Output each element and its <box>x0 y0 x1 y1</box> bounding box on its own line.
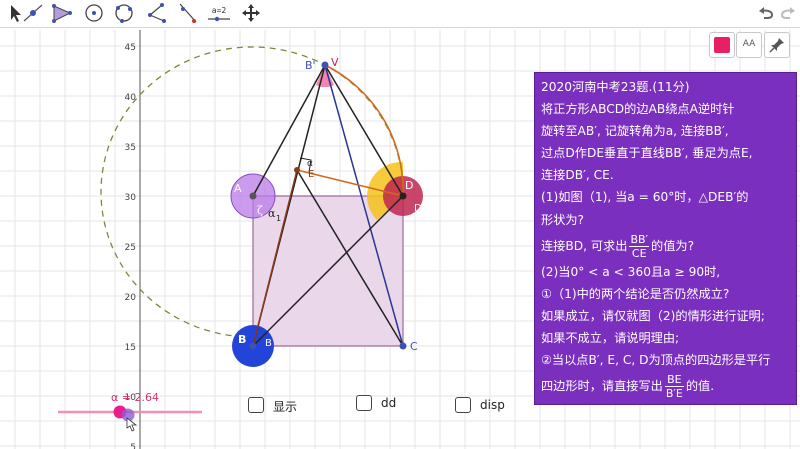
redo-button[interactable] <box>777 3 799 23</box>
undo-button[interactable] <box>755 3 777 23</box>
fraction-be-b-prime-e: BE B′E <box>664 373 684 401</box>
label-alpha1: α <box>268 207 276 220</box>
circle-tool-icon <box>85 4 103 22</box>
circle-tool-button[interactable] <box>80 1 108 25</box>
label-b-angle: B <box>265 338 272 349</box>
checkbox-dd-label: dd <box>381 396 397 410</box>
fraction-1-suffix: 的值为? <box>651 238 695 253</box>
redo-icon <box>781 7 795 19</box>
checkbox-show-box[interactable] <box>248 397 264 413</box>
fraction-2-numerator: BE <box>664 373 684 388</box>
y-tick-label: 20 <box>125 293 137 303</box>
fraction-bb-ce: BB′ CE <box>629 232 650 260</box>
label-style-button[interactable]: AA <box>736 32 762 58</box>
problem-line: 旋转至AB′, 记旋转角为a, 连接BB′, <box>541 124 729 139</box>
problem-title: 2020河南中考23题.(11分) <box>541 80 690 94</box>
label-c: C <box>410 340 418 353</box>
fraction-1-numerator: BB′ <box>629 232 650 247</box>
geogebra-toolbar: a=2 <box>0 0 800 28</box>
label-d-angle: D <box>414 203 422 214</box>
point-a[interactable] <box>249 192 257 200</box>
circle-three-points-tool-button[interactable] <box>110 1 138 25</box>
label-e: E <box>308 169 314 180</box>
y-tick-label: 35 <box>125 143 136 153</box>
problem-line: ②当以点B′, E, C, D为顶点的四边形是平行 <box>541 353 771 368</box>
point-e[interactable] <box>294 167 300 173</box>
point-c[interactable] <box>399 342 407 350</box>
problem-line-fraction-2: 四边形时，请直接写出 BE B′E 的值. <box>541 371 790 401</box>
problem-line: 过点D作DE垂直于直线BB′, 垂足为点E, <box>541 146 753 161</box>
problem-line: (2)当0° < a < 360且a ≥ 90时, <box>541 264 721 279</box>
color-style-button[interactable] <box>709 32 735 58</box>
y-tick-label: 5 <box>130 443 136 449</box>
checkbox-disp-box[interactable] <box>455 397 471 413</box>
problem-line: 如果不成立，请说明理由; <box>541 330 680 345</box>
move-graphics-tool-icon <box>242 4 260 22</box>
polygon-tool-button[interactable] <box>48 1 76 25</box>
point-b-prime[interactable] <box>321 61 329 69</box>
problem-line: (1)如图（1), 当a = 60°时，△DEB′的 <box>541 190 749 205</box>
fraction-1-prefix: 连接BD, 可求出 <box>541 238 628 253</box>
point-b[interactable] <box>249 342 257 350</box>
move-graphics-tool-button[interactable] <box>237 1 265 25</box>
label-alpha1-sub: 1 <box>276 214 281 223</box>
label-alpha-e: α <box>307 159 313 169</box>
reflect-tool-icon <box>179 3 197 23</box>
pin-icon <box>769 38 784 53</box>
label-v: V <box>331 56 339 69</box>
problem-text-panel[interactable]: 2020河南中考23题.(11分) 将正方形ABCD的边AB绕点A逆时针 旋转至… <box>534 72 797 405</box>
angle-tool-icon <box>148 3 166 23</box>
segment-b-prime-d <box>324 64 404 197</box>
checkbox-dd-box[interactable] <box>356 395 372 411</box>
point-d[interactable] <box>399 192 407 200</box>
y-tick-label: 30 <box>125 193 137 203</box>
fraction-2-prefix: 四边形时，请直接写出 <box>541 379 663 394</box>
pin-button[interactable] <box>764 32 790 58</box>
y-tick-label: 15 <box>125 343 136 353</box>
circle-three-points-tool-icon <box>115 4 133 23</box>
slider-tool-label: a=2 <box>211 6 227 15</box>
y-tick-label: 25 <box>125 243 136 253</box>
color-swatch <box>714 37 730 53</box>
checkbox-disp-label: disp <box>480 398 505 412</box>
polygon-tool-icon <box>52 4 72 23</box>
problem-line-fraction-1: 连接BD, 可求出 BB′ CE 的值为? <box>541 231 790 261</box>
slider-tool-button[interactable]: a=2 <box>205 1 233 25</box>
fraction-2-suffix: 的值. <box>685 379 715 394</box>
angle-tool-button[interactable] <box>142 1 170 25</box>
fraction-1-denominator: CE <box>631 246 647 260</box>
reflect-tool-button[interactable] <box>174 1 202 25</box>
problem-line: 将正方形ABCD的边AB绕点A逆时针 <box>541 102 735 117</box>
label-style-text: AA <box>742 39 756 49</box>
undo-icon <box>759 7 773 19</box>
label-b-prime: B' <box>305 59 316 72</box>
label-zeta: ζ <box>257 204 263 217</box>
point-tool-icon <box>23 4 43 22</box>
problem-line: ①（1)中的两个结论是否仍然成立? <box>541 286 730 301</box>
alpha-slider-value: α = 2.64 <box>111 391 159 404</box>
label-d: D <box>405 179 413 192</box>
problem-line: 连接DB′, CE. <box>541 168 614 183</box>
problem-line: 形状为? <box>541 212 585 227</box>
label-b: B <box>238 333 246 346</box>
problem-line: 如果成立，请仅就图（2)的情形进行证明; <box>541 308 765 323</box>
y-tick-label: 45 <box>125 43 136 53</box>
fraction-2-denominator: B′E <box>665 387 683 401</box>
y-axis-ticks: 51015202530354045 <box>125 43 137 449</box>
label-a: A <box>234 182 242 195</box>
checkbox-show-label: 显示 <box>273 400 298 414</box>
point-tool-button[interactable] <box>20 1 48 25</box>
